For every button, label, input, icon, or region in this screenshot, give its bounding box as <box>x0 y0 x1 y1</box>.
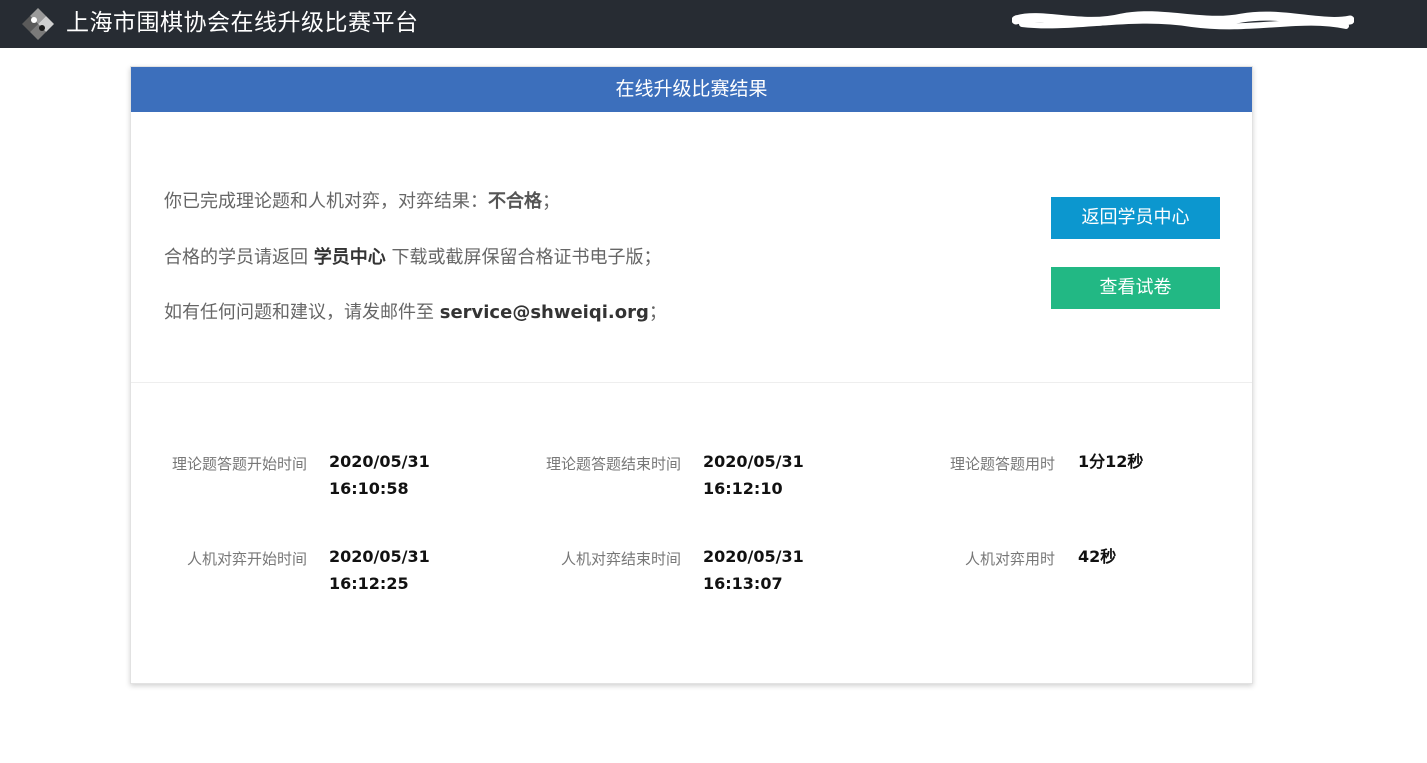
contact-message-text: 如有任何问题和建议，请发邮件至 <box>164 302 440 323</box>
result-status: 不合格 <box>488 191 542 212</box>
section-divider <box>131 382 1252 383</box>
game-start-value: 2020/05/31 16:12:25 <box>329 543 449 597</box>
game-start-date: 2020/05/31 <box>329 547 430 566</box>
support-email: service@shweiqi.org <box>439 302 649 323</box>
theory-end-label: 理论题答题结束时间 <box>545 455 681 473</box>
card-header-title: 在线升级比赛结果 <box>131 67 1252 112</box>
game-duration-value: 42秒 <box>1078 547 1117 566</box>
theory-end-value: 2020/05/31 16:12:10 <box>703 448 823 502</box>
site-title: 上海市围棋协会在线升级比赛平台 <box>66 10 419 36</box>
redacted-user-info <box>1012 11 1354 30</box>
theory-duration-value: 1分12秒 <box>1078 452 1144 471</box>
game-end-time: 16:13:07 <box>703 574 783 593</box>
certificate-message-text: 合格的学员请返回 <box>164 247 314 268</box>
theory-start-date: 2020/05/31 <box>329 452 430 471</box>
result-message: 你已完成理论题和人机对弈，对弈结果：不合格； <box>164 187 560 213</box>
contact-message-end: ； <box>648 302 667 323</box>
result-card: 在线升级比赛结果 你已完成理论题和人机对弈，对弈结果：不合格； 合格的学员请返回… <box>130 66 1253 684</box>
game-start-time: 16:12:25 <box>329 574 409 593</box>
theory-start-time: 16:10:58 <box>329 479 409 498</box>
top-navbar: 上海市围棋协会在线升级比赛平台 <box>0 0 1427 48</box>
game-end-value: 2020/05/31 16:13:07 <box>703 543 823 597</box>
go-stones-logo-icon <box>22 8 54 40</box>
contact-message: 如有任何问题和建议，请发邮件至 service@shweiqi.org； <box>164 298 667 324</box>
result-message-text: 你已完成理论题和人机对弈，对弈结果： <box>164 191 488 212</box>
student-center-link[interactable]: 学员中心 <box>314 247 386 268</box>
back-to-student-center-button[interactable]: 返回学员中心 <box>1051 197 1220 239</box>
game-duration-label: 人机对弈用时 <box>964 550 1055 568</box>
theory-start-value: 2020/05/31 16:10:58 <box>329 448 449 502</box>
theory-end-time: 16:12:10 <box>703 479 783 498</box>
view-exam-paper-button[interactable]: 查看试卷 <box>1051 267 1220 309</box>
theory-duration-label: 理论题答题用时 <box>949 455 1055 473</box>
game-start-label: 人机对弈开始时间 <box>186 550 307 568</box>
result-message-end: ； <box>542 191 560 212</box>
theory-end-date: 2020/05/31 <box>703 452 804 471</box>
game-end-date: 2020/05/31 <box>703 547 804 566</box>
theory-start-label: 理论题答题开始时间 <box>171 455 307 473</box>
certificate-message-end: 下载或截屏保留合格证书电子版； <box>385 247 662 268</box>
certificate-message: 合格的学员请返回 学员中心 下载或截屏保留合格证书电子版； <box>164 243 661 269</box>
game-end-label: 人机对弈结束时间 <box>560 550 681 568</box>
